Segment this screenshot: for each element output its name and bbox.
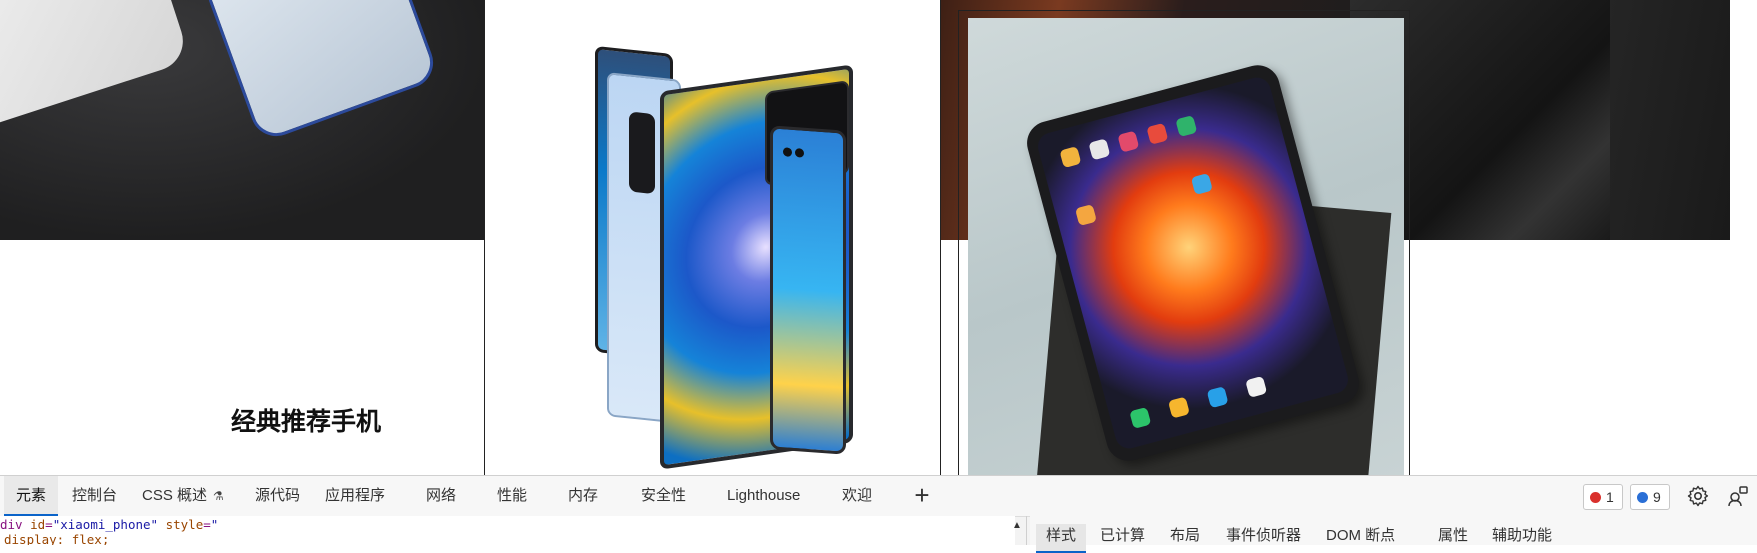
tab-properties[interactable]: 属性	[1428, 524, 1478, 545]
white-phone-image	[0, 0, 191, 132]
app-icon	[1245, 375, 1268, 398]
message-icon	[1637, 491, 1648, 503]
section-title: 经典推荐手机	[231, 408, 382, 436]
tab-console[interactable]: 控制台	[60, 476, 129, 516]
styles-tabbar: 样式 已计算 布局 事件侦听器 DOM 断点 属性 辅助功能	[1030, 516, 1757, 553]
scroll-up-arrow-icon[interactable]: ▲	[1012, 520, 1022, 531]
dom-tree-pane[interactable]: div id="xiaomi_phone" style=" display: f…	[0, 516, 1015, 545]
pane-divider[interactable]	[1026, 516, 1027, 545]
tab-layout[interactable]: 布局	[1160, 524, 1210, 545]
gear-icon[interactable]	[1686, 484, 1710, 508]
error-count-badge[interactable]: 1	[1583, 484, 1623, 510]
phone-photo-left	[0, 0, 491, 240]
tab-lighthouse[interactable]: Lighthouse	[715, 476, 812, 516]
app-icon	[1190, 172, 1213, 196]
tab-elements[interactable]: 元素	[4, 476, 59, 516]
camera-module	[629, 111, 655, 195]
foldable-phone-front	[770, 125, 846, 455]
tab-welcome[interactable]: 欢迎	[830, 476, 884, 516]
tablet-phone-photo	[968, 18, 1404, 475]
web-page-viewport: 经典推荐手机	[0, 0, 1757, 475]
code-eq: =	[45, 517, 53, 532]
tab-performance[interactable]: 性能	[485, 476, 539, 516]
remote-devices-icon[interactable]	[1726, 484, 1750, 508]
tab-memory[interactable]: 内存	[556, 476, 610, 516]
app-icon	[1146, 122, 1169, 145]
code-val-style: "	[210, 517, 219, 532]
dom-line-style[interactable]: display: flex;	[4, 532, 109, 545]
app-icon	[1206, 386, 1229, 409]
tab-css-overview-label: CSS 概述	[142, 487, 208, 504]
punch-hole-camera	[795, 148, 804, 158]
code-eq: =	[203, 517, 211, 532]
tab-network[interactable]: 网络	[414, 476, 468, 516]
tab-computed[interactable]: 已计算	[1090, 524, 1155, 545]
blue-phone-image	[200, 0, 441, 144]
error-count: 1	[1606, 489, 1614, 505]
tab-event-listeners[interactable]: 事件侦听器	[1216, 524, 1311, 545]
experiment-flask-icon: ⚗	[213, 489, 224, 503]
code-val-id: "xiaomi_phone"	[52, 517, 159, 532]
tab-dom-breakpoints[interactable]: DOM 断点	[1316, 524, 1405, 545]
code-style-text: display: flex;	[4, 532, 110, 545]
devtools-panel: 元素 控制台 CSS 概述 ⚗ 源代码 应用程序 网络 性能 内存 安全性 Lig…	[0, 475, 1757, 553]
devtools-tabbar: 元素 控制台 CSS 概述 ⚗ 源代码 应用程序 网络 性能 内存 安全性 Lig…	[0, 476, 1757, 517]
add-tab-plus-icon[interactable]: +	[907, 480, 937, 510]
tab-application[interactable]: 应用程序	[313, 476, 397, 516]
app-icon	[1167, 396, 1190, 419]
product-card-foldable[interactable]	[484, 0, 941, 475]
app-icon	[1059, 146, 1082, 169]
tab-sources[interactable]: 源代码	[243, 476, 312, 516]
code-tag: div	[0, 517, 31, 532]
error-icon	[1590, 491, 1601, 503]
code-attr-id: id	[30, 517, 46, 532]
tab-accessibility[interactable]: 辅助功能	[1482, 524, 1562, 545]
code-attr-style: style	[158, 517, 204, 532]
message-count-badge[interactable]: 9	[1630, 484, 1670, 510]
app-icon	[1175, 115, 1198, 138]
message-count: 9	[1653, 489, 1661, 505]
tab-css-overview[interactable]: CSS 概述 ⚗	[130, 476, 236, 516]
app-icon	[1088, 138, 1111, 161]
app-icon	[1074, 204, 1097, 227]
tab-security[interactable]: 安全性	[629, 476, 698, 516]
app-icon	[1129, 406, 1152, 429]
dom-line-div[interactable]: div id="xiaomi_phone" style="	[0, 517, 218, 532]
app-icon	[1117, 130, 1140, 153]
punch-hole-camera	[783, 147, 792, 157]
tab-styles[interactable]: 样式	[1036, 524, 1087, 553]
